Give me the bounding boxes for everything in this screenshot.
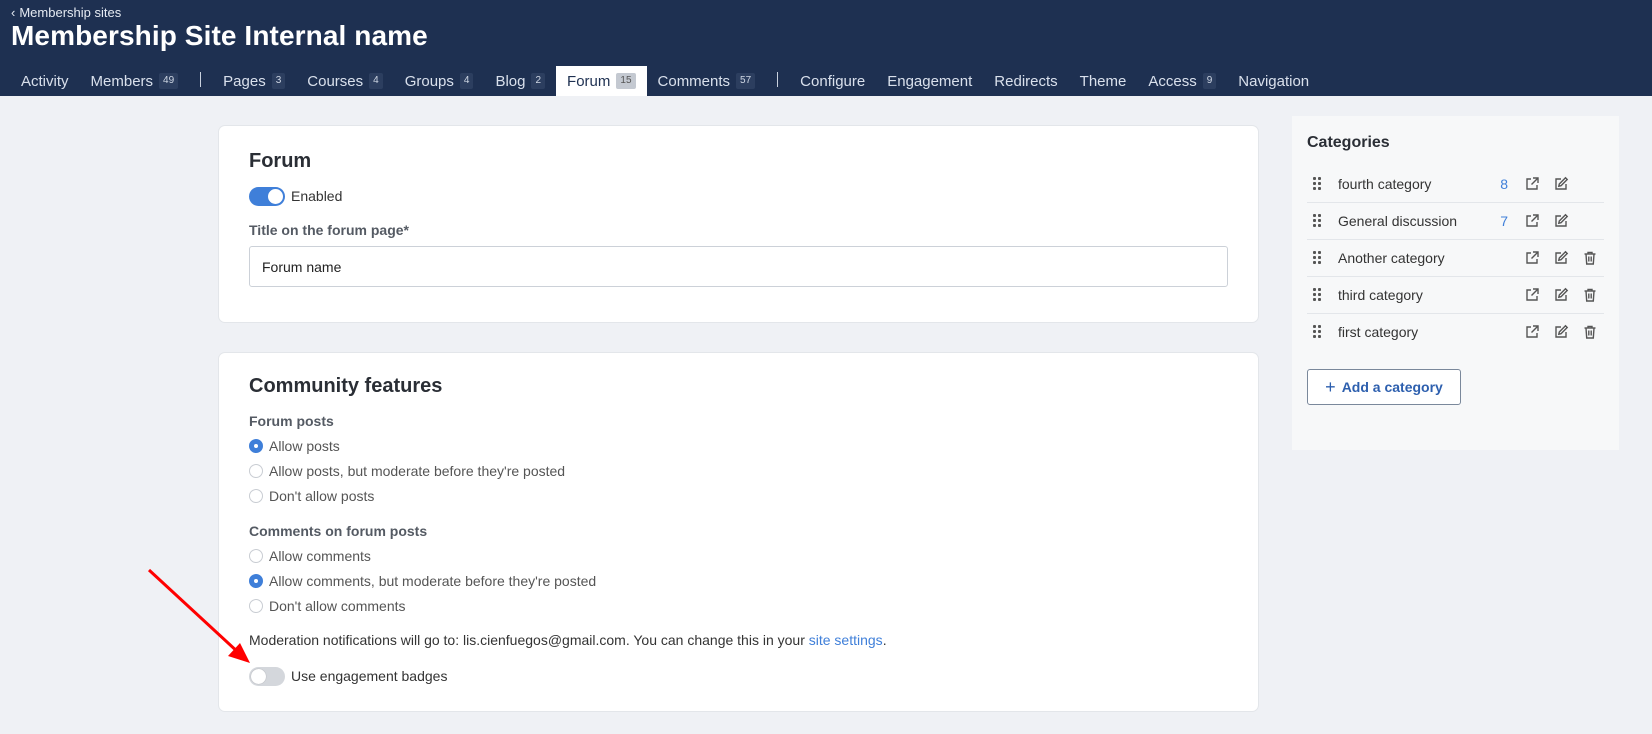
tab-count-badge: 4 [459,73,474,89]
drag-handle-icon[interactable] [1313,288,1321,302]
toggle-knob [268,189,283,204]
categories-title: Categories [1307,134,1390,151]
radio-moderate-comments[interactable]: Allow comments, but moderate before they… [249,571,596,591]
chevron-left-icon: ‹ [11,5,16,20]
breadcrumb-label: Membership sites [19,5,122,20]
category-name: first category [1338,324,1419,340]
add-category-button[interactable]: + Add a category [1307,369,1461,405]
edit-icon[interactable] [1553,287,1569,303]
drag-handle-icon[interactable] [1313,325,1321,339]
external-link-icon[interactable] [1524,250,1540,266]
category-name: fourth category [1338,176,1432,192]
tab-separator [777,72,779,87]
tab-count-badge: 3 [271,73,286,89]
forum-title-input[interactable] [249,246,1228,287]
tab-redirects[interactable]: Redirects [983,66,1068,96]
edit-icon[interactable] [1553,324,1569,340]
tab-count-badge: 15 [616,73,636,89]
radio-allow-posts[interactable]: Allow posts [249,436,340,456]
forum-settings-card: Forum Enabled Title on the forum page* [219,126,1258,322]
category-count[interactable]: 8 [1496,176,1508,192]
category-row[interactable]: Another category [1307,240,1604,277]
radio-allow-comments[interactable]: Allow comments [249,546,371,566]
breadcrumb[interactable]: ‹ Membership sites [11,5,121,20]
tab-theme[interactable]: Theme [1069,66,1138,96]
category-row[interactable]: General discussion 7 [1307,203,1604,240]
drag-handle-icon[interactable] [1313,177,1321,191]
category-row[interactable]: third category [1307,277,1604,314]
tab-count-badge: 4 [369,73,383,89]
tab-courses[interactable]: Courses 4 [296,66,393,96]
annotation-arrow-icon [147,568,250,663]
external-link-icon[interactable] [1524,213,1540,229]
tab-blog[interactable]: Blog 2 [484,66,556,96]
tab-bar: Activity Members 49 Pages 3 Courses 4 Group… [10,66,1320,96]
tab-activity[interactable]: Activity [10,66,80,96]
tab-forum[interactable]: Forum 15 [556,66,647,96]
community-heading: Community features [249,375,443,397]
categories-panel: Categories fourth category 8 General dis… [1292,116,1619,450]
tab-groups[interactable]: Groups 4 [394,66,485,96]
tab-access[interactable]: Access 9 [1137,66,1227,96]
category-name: Another category [1338,250,1445,266]
tab-navigation[interactable]: Navigation [1227,66,1320,96]
trash-icon[interactable] [1582,287,1598,303]
external-link-icon[interactable] [1524,176,1540,192]
drag-handle-icon[interactable] [1313,214,1321,228]
radio-disallow-comments[interactable]: Don't allow comments [249,596,406,616]
forum-title-label: Title on the forum page* [249,222,409,238]
tab-engagement[interactable]: Engagement [876,66,983,96]
edit-icon[interactable] [1553,213,1569,229]
external-link-icon[interactable] [1524,287,1540,303]
community-features-card: Community features Forum posts Allow pos… [219,353,1258,711]
radio-disallow-posts[interactable]: Don't allow posts [249,486,374,506]
trash-icon[interactable] [1582,250,1598,266]
tab-count-badge: 49 [159,73,179,89]
page-title: Membership Site Internal name [11,20,428,51]
category-name: third category [1338,287,1423,303]
radio-moderate-posts[interactable]: Allow posts, but moderate before they're… [249,461,565,481]
tab-count-badge: 9 [1202,73,1217,89]
radio-indicator [249,489,263,503]
drag-handle-icon[interactable] [1313,251,1321,265]
trash-icon[interactable] [1582,324,1598,340]
forum-enabled-label: Enabled [291,188,343,204]
plus-icon: + [1325,377,1336,397]
tab-pages[interactable]: Pages 3 [212,66,296,96]
category-row[interactable]: first category [1307,314,1604,351]
tab-comments[interactable]: Comments 57 [647,66,767,96]
tab-members[interactable]: Members 49 [80,66,190,96]
tab-count-badge: 57 [736,73,756,89]
moderation-note: Moderation notifications will go to: lis… [249,632,887,648]
category-row[interactable]: fourth category 8 [1307,166,1604,203]
category-count[interactable]: 7 [1496,213,1508,229]
tab-separator [200,72,202,87]
tab-count-badge: 2 [531,73,546,89]
forum-enabled-toggle[interactable] [249,187,285,206]
site-settings-link[interactable]: site settings [809,632,883,648]
radio-indicator [249,439,263,453]
edit-icon[interactable] [1553,176,1569,192]
tab-configure[interactable]: Configure [789,66,876,96]
forum-posts-label: Forum posts [249,413,334,429]
external-link-icon[interactable] [1524,324,1540,340]
top-header: ‹ Membership sites Membership Site Intern… [0,0,1652,96]
radio-indicator [249,464,263,478]
engagement-badges-label: Use engagement badges [291,668,448,684]
edit-icon[interactable] [1553,250,1569,266]
toggle-knob [251,669,266,684]
comments-label: Comments on forum posts [249,523,428,539]
forum-heading: Forum [249,150,312,172]
category-name: General discussion [1338,213,1458,229]
